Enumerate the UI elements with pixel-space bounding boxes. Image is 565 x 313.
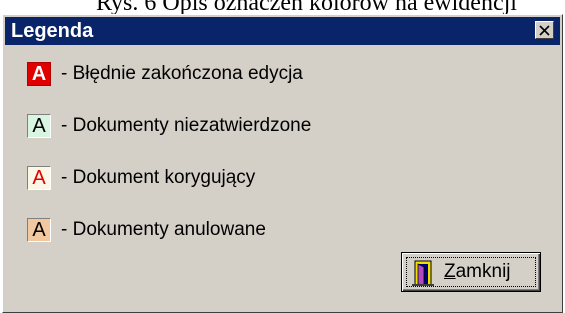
legend-item-error: A - Błędnie zakończona edycja — [27, 59, 303, 89]
legend-dialog: Legenda A - Błędnie zakończona edycja A … — [2, 14, 563, 313]
legend-swatch-red: A — [27, 62, 51, 86]
legend-item-correction: A - Dokument korygujący — [27, 163, 255, 193]
legend-item-unapproved: A - Dokumenty niezatwierdzone — [27, 111, 311, 141]
legend-swatch-green: A — [27, 114, 51, 138]
title-bar[interactable]: Legenda — [5, 17, 560, 45]
exit-door-icon — [412, 260, 434, 286]
window-close-button[interactable] — [535, 21, 554, 39]
window-title: Legenda — [11, 20, 94, 42]
legend-swatch-cream: A — [27, 166, 51, 190]
legend-label: - Błędnie zakończona edycja — [61, 63, 303, 84]
close-icon — [539, 24, 550, 36]
close-button[interactable]: Zamknij — [401, 252, 541, 292]
legend-label: - Dokument korygujący — [61, 167, 256, 188]
legend-label: - Dokumenty niezatwierdzone — [61, 115, 312, 136]
legend-item-cancelled: A - Dokumenty anulowane — [27, 215, 266, 245]
legend-swatch-orange: A — [27, 218, 51, 242]
close-button-label: Zamknij — [444, 261, 511, 282]
legend-label: - Dokumenty anulowane — [61, 219, 266, 240]
